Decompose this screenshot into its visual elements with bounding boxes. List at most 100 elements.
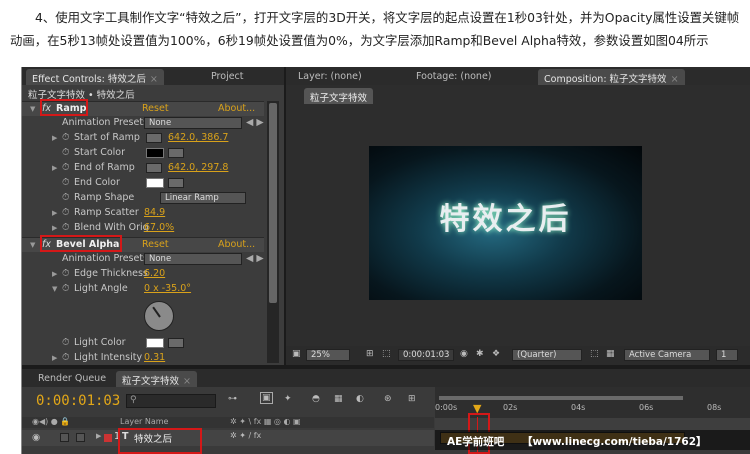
tab-composition[interactable]: Composition: 粒子文字特效 × — [538, 69, 685, 85]
stopwatch-icon[interactable]: ⏱ — [62, 352, 69, 363]
eye-icon[interactable]: ◉ — [32, 432, 40, 443]
close-icon[interactable]: × — [150, 74, 158, 85]
light-angle-label: Light Angle — [74, 283, 128, 294]
tab-composition-label: Composition: 粒子文字特效 — [544, 74, 667, 85]
views-dropdown[interactable]: 1 — [716, 349, 738, 361]
expand-triangle-icon[interactable]: ▼ — [52, 285, 57, 293]
zoom-dropdown[interactable]: 25% — [306, 349, 350, 361]
bevel-reset-link[interactable]: Reset — [142, 239, 169, 250]
frame-blending-icon[interactable]: ▦ — [334, 394, 343, 404]
stopwatch-icon[interactable]: ⏱ — [62, 207, 69, 218]
light-color-swatch[interactable] — [146, 338, 164, 348]
tab-layer[interactable]: Layer: (none) — [292, 69, 368, 85]
effect-controls-panel: 粒子文字特效 • 特效之后 ▼ fx Ramp Reset About... A… — [22, 85, 284, 365]
ramp-end-value[interactable]: 642.0, 297.8 — [168, 162, 228, 173]
timeline-tabbar: Render Queue 粒子文字特效 × — [22, 369, 750, 387]
snapshot-icon[interactable]: ✱ — [476, 349, 484, 359]
stopwatch-icon[interactable]: ⏱ — [62, 132, 69, 143]
safe-area-icon[interactable]: ⊞ — [366, 349, 374, 359]
ramp-reset-link[interactable]: Reset — [142, 103, 169, 114]
stopwatch-icon[interactable]: ⏱ — [62, 192, 69, 203]
stopwatch-icon[interactable]: ⏱ — [62, 268, 69, 279]
tab-timeline-comp[interactable]: 粒子文字特效 × — [116, 371, 197, 387]
expand-triangle-icon[interactable]: ▼ — [30, 105, 35, 113]
expand-triangle-icon[interactable]: ▶ — [52, 224, 57, 232]
edge-thickness-value[interactable]: 6.20 — [144, 268, 165, 279]
tab-footage[interactable]: Footage: (none) — [410, 69, 498, 85]
mask-icon[interactable]: ⬚ — [382, 349, 391, 359]
ramp-about-link[interactable]: About... — [218, 103, 255, 114]
expand-triangle-icon[interactable]: ▼ — [30, 241, 35, 249]
ramp-start-value[interactable]: 642.0, 386.7 — [168, 132, 228, 143]
bevel-about-link[interactable]: About... — [218, 239, 255, 250]
preset-nav-arrows-icon[interactable]: ◀ ▶ — [246, 117, 264, 128]
start-color-swatch[interactable] — [146, 148, 164, 158]
viewer-toolbar: ▣ 25% ⊞ ⬚ 0:00:01:03 ◉ ✱ ❖ (Quarter) ⬚ ▦… — [286, 346, 750, 365]
ramp-animation-presets-dropdown[interactable]: None — [144, 117, 242, 129]
label-color-swatch[interactable] — [104, 434, 112, 442]
watermark-brand: AE学前班吧 — [447, 436, 505, 448]
layer-switch-icons[interactable]: ✲ ✦ / fx — [230, 431, 261, 440]
eyedropper-icon[interactable] — [168, 178, 184, 188]
crosshair-icon[interactable] — [146, 133, 162, 143]
stopwatch-icon[interactable]: ⏱ — [62, 177, 69, 188]
layer-row-1[interactable]: ◉ ▶ 1 T 特效之后 ✲ ✦ / fx — [22, 430, 434, 446]
ramp-start-row: ▶ ⏱ Start of Ramp 642.0, 386.7 — [22, 131, 264, 146]
brainstorm-icon[interactable]: ⊞ — [408, 394, 416, 404]
expand-triangle-icon[interactable]: ▶ — [52, 209, 57, 217]
light-color-row: ⏱ Light Color — [22, 336, 264, 351]
transparency-grid-icon[interactable]: ▦ — [606, 349, 615, 359]
timeline-column-header: ◉◀) ● 🔒 Layer Name ✲ ✦ \ fx ▦ ◎ ◐ ▣ — [22, 417, 434, 428]
camera-icon[interactable]: ◉ — [460, 349, 468, 359]
work-area-bar[interactable] — [439, 396, 683, 400]
eyedropper-icon[interactable] — [168, 338, 184, 348]
solo-checkbox[interactable] — [60, 433, 69, 442]
effect-controls-scrollbar[interactable] — [267, 101, 279, 363]
hide-shy-icon[interactable]: ◓ — [312, 394, 320, 404]
crosshair-icon[interactable] — [146, 163, 162, 173]
watermark-url: 【www.linecg.com/tieba/1762】 — [521, 436, 707, 448]
camera-dropdown[interactable]: Active Camera — [624, 349, 710, 361]
region-icon[interactable]: ⬚ — [590, 349, 599, 359]
preset-nav-arrows-icon[interactable]: ◀ ▶ — [246, 253, 264, 264]
channel-icon[interactable]: ❖ — [492, 349, 500, 359]
stopwatch-icon[interactable]: ⏱ — [62, 162, 69, 173]
expand-triangle-icon[interactable]: ▶ — [52, 270, 57, 278]
scrollbar-thumb[interactable] — [269, 103, 277, 303]
light-intensity-value[interactable]: 0.31 — [144, 352, 165, 363]
stopwatch-icon[interactable]: ⏱ — [62, 283, 69, 294]
stopwatch-icon[interactable]: ⏱ — [62, 147, 69, 158]
tab-render-queue[interactable]: Render Queue — [32, 371, 112, 387]
graph-editor-icon[interactable]: ⊛ — [384, 394, 392, 404]
ramp-shape-dropdown[interactable]: Linear Ramp — [160, 192, 246, 204]
angle-dial[interactable] — [144, 301, 174, 331]
tab-project[interactable]: Project — [205, 69, 250, 85]
article-text: 4、使用文字工具制作文字“特效之后”，打开文字层的3D开关，将文字层的起点设置在… — [0, 0, 750, 62]
timeline-timecode[interactable]: 0:00:01:03 — [36, 393, 120, 409]
close-icon[interactable]: × — [183, 376, 191, 387]
close-icon[interactable]: × — [671, 74, 679, 85]
end-color-swatch[interactable] — [146, 178, 164, 188]
composition-viewer[interactable]: 特效之后 — [369, 146, 642, 300]
timeline-search-input[interactable]: ⚲ — [126, 394, 216, 408]
comp-name-tab[interactable]: 粒子文字特效 — [304, 88, 374, 104]
stopwatch-icon[interactable]: ⏱ — [62, 337, 69, 348]
always-preview-icon[interactable]: ▣ — [292, 349, 301, 359]
live-update-icon[interactable]: ▣ — [260, 392, 273, 404]
lock-checkbox[interactable] — [76, 433, 85, 442]
bevel-animation-presets-dropdown[interactable]: None — [144, 253, 242, 265]
comp-mini-flowchart-icon[interactable]: ⊶ — [228, 394, 237, 404]
expand-triangle-icon[interactable]: ▶ — [52, 354, 57, 362]
draft3d-icon[interactable]: ✦ — [284, 394, 292, 404]
resolution-dropdown[interactable]: (Quarter) — [512, 349, 582, 361]
ramp-blend-value[interactable]: 67.0% — [144, 222, 174, 233]
tab-project-label: Project — [211, 71, 244, 82]
motion-blur-icon[interactable]: ◐ — [356, 394, 364, 404]
ramp-scatter-value[interactable]: 84.9 — [144, 207, 165, 218]
tab-effect-controls[interactable]: Effect Controls: 特效之后 × — [26, 69, 164, 85]
light-angle-value[interactable]: 0 x -35.0° — [144, 283, 191, 294]
eyedropper-icon[interactable] — [168, 148, 184, 158]
viewer-timecode[interactable]: 0:00:01:03 — [398, 349, 454, 361]
stopwatch-icon[interactable]: ⏱ — [62, 222, 69, 233]
expand-triangle-icon[interactable]: ▶ — [96, 432, 101, 440]
